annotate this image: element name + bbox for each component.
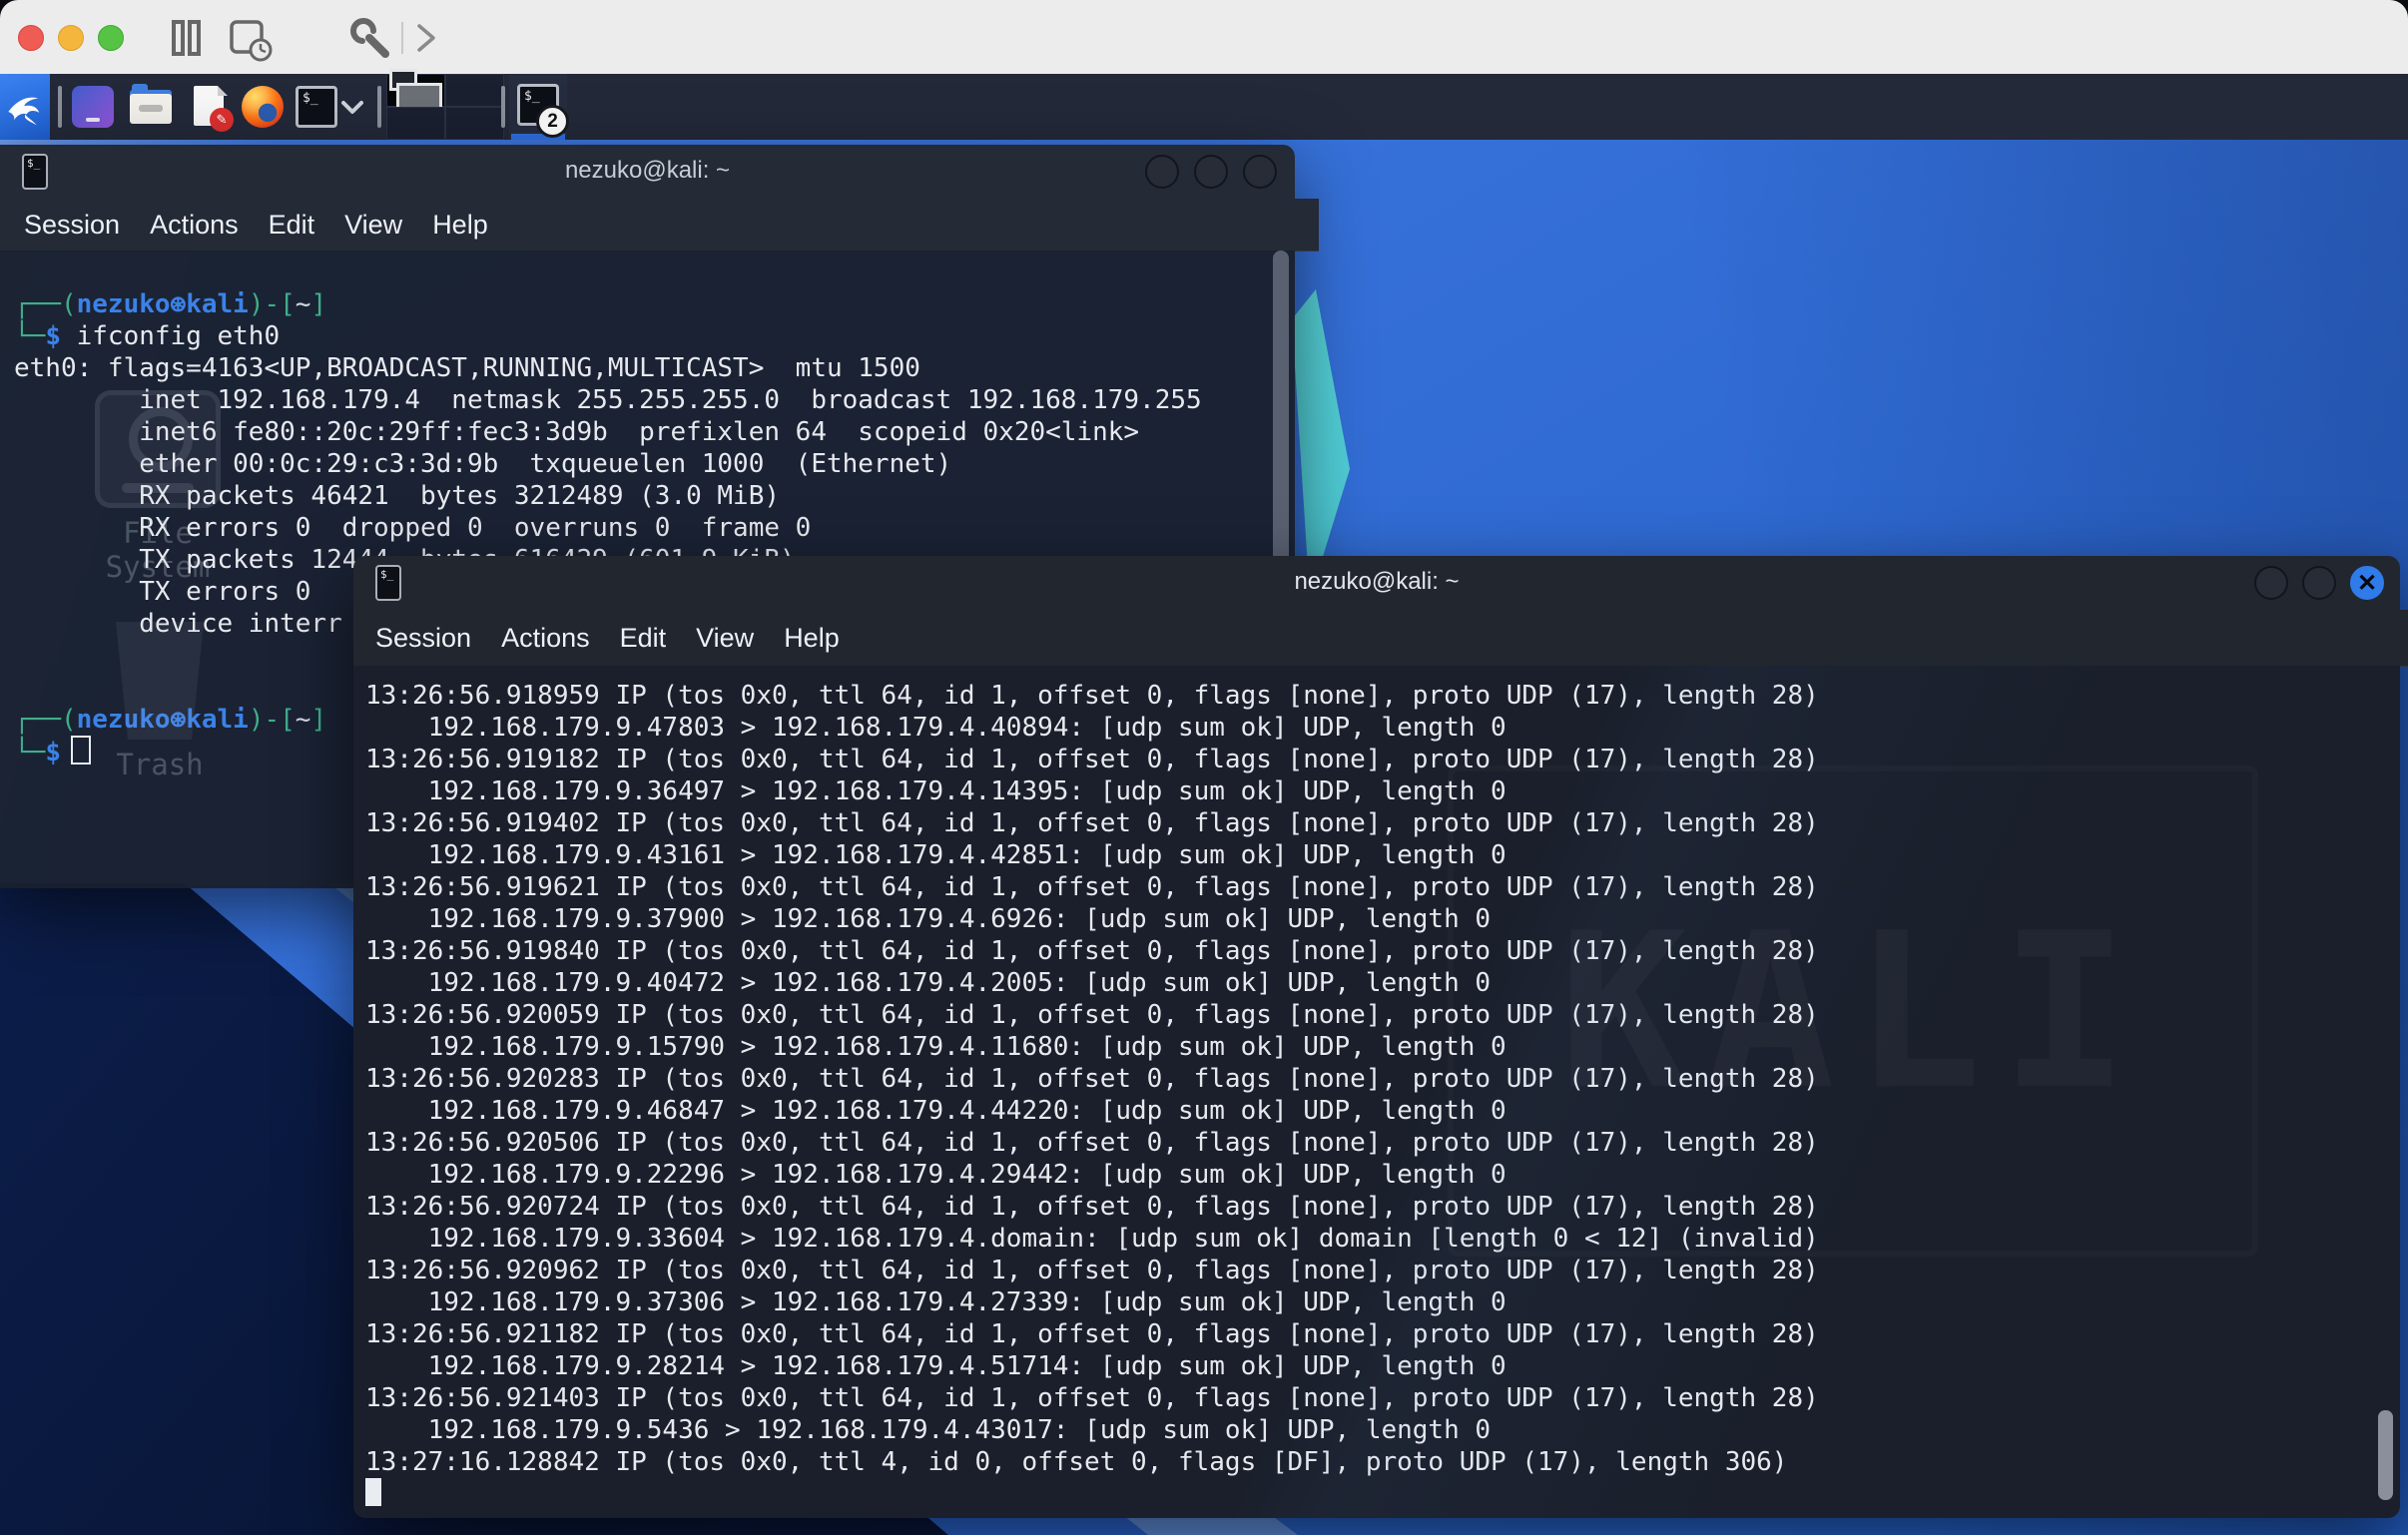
kali-panel: ✎ $_ $_ 2	[0, 74, 2408, 142]
cursor-line	[365, 1478, 2400, 1510]
minimize-button[interactable]	[1145, 155, 1179, 189]
terminal-output-line: 13:26:56.918959 IP (tos 0x0, ttl 64, id …	[365, 680, 2400, 712]
menu-item[interactable]: Session	[375, 623, 471, 654]
desktop-icon-trash[interactable]: Trash	[100, 622, 220, 781]
terminal-output-line: 13:26:56.921182 IP (tos 0x0, ttl 64, id …	[365, 1318, 2400, 1350]
terminal-output-line: 192.168.179.9.5436 > 192.168.179.4.43017…	[365, 1414, 2400, 1446]
desktop-icon-file-system[interactable]: File System	[88, 390, 228, 584]
vm-titlebar	[0, 0, 2408, 75]
window-titlebar[interactable]: $_ nezuko@kali: ~ ✕	[353, 556, 2400, 610]
terminal-output-line: 192.168.179.9.37306 > 192.168.179.4.2733…	[365, 1286, 2400, 1318]
zoom-window-button[interactable]	[98, 25, 124, 51]
expand-toolbar-icon[interactable]	[411, 18, 441, 58]
pause-vm-icon[interactable]	[166, 18, 206, 58]
workspace-cell[interactable]	[386, 107, 445, 140]
menu-item[interactable]: Edit	[269, 210, 315, 241]
menu-item[interactable]: Edit	[620, 623, 667, 654]
workspace-cell[interactable]	[445, 107, 504, 140]
window-title: nezuko@kali: ~	[353, 568, 2400, 596]
text-cursor	[365, 1478, 381, 1506]
minimize-window-button[interactable]	[58, 25, 84, 51]
desktop-icon-label: File System	[88, 516, 228, 584]
terminal-content[interactable]: KALI 13:26:56.918959 IP (tos 0x0, ttl 64…	[353, 666, 2400, 1518]
vm-window: ✎ $_ $_ 2	[0, 0, 2408, 1535]
chevron-down-icon[interactable]	[339, 98, 365, 118]
menu-item[interactable]: Help	[784, 623, 840, 654]
snapshots-icon[interactable]	[228, 18, 276, 62]
text-editor-icon[interactable]: ✎	[192, 86, 226, 128]
close-button[interactable]	[1243, 155, 1277, 189]
terminal-output-line: 13:27:16.128842 IP (tos 0x0, ttl 4, id 0…	[365, 1446, 2400, 1478]
window-count-badge: 2	[536, 105, 569, 138]
menu-item[interactable]: Actions	[501, 623, 590, 654]
app-launcher-icon[interactable]	[72, 86, 114, 128]
window-title: nezuko@kali: ~	[0, 157, 1295, 185]
menu-bar: Session Actions Edit View Help	[353, 610, 2408, 667]
hard-drive-icon	[95, 390, 221, 508]
menu-item[interactable]: Actions	[150, 210, 239, 241]
command-text: ifconfig eth0	[77, 321, 281, 351]
taskbar-terminal-button[interactable]: $_ 2	[509, 74, 567, 140]
terminal-launcher-icon[interactable]: $_	[296, 86, 337, 128]
maximize-button[interactable]	[1194, 155, 1228, 189]
toolbar-divider	[401, 22, 403, 54]
settings-wrench-icon[interactable]	[349, 18, 393, 62]
panel-separator	[501, 86, 505, 128]
kali-watermark: KALI	[1448, 766, 2258, 1257]
workspace-cell[interactable]	[445, 74, 504, 107]
workspace-cell-active[interactable]	[386, 74, 445, 107]
trash-icon	[110, 622, 210, 740]
workspace-pager[interactable]	[386, 74, 504, 140]
window-titlebar[interactable]: $_ nezuko@kali: ~	[0, 145, 1295, 199]
prompt-line-2: └─$ ifconfig eth0	[14, 320, 1295, 352]
menu-item[interactable]: View	[696, 623, 754, 654]
panel-separator	[58, 86, 62, 128]
menu-item[interactable]: View	[344, 210, 402, 241]
kali-menu-button[interactable]	[0, 74, 50, 140]
minimize-button[interactable]	[2254, 566, 2288, 600]
maximize-button[interactable]	[2302, 566, 2336, 600]
text-cursor	[71, 736, 91, 765]
prompt-line-1: ┌──(nezuko⊛kali)-[~]	[14, 288, 1295, 320]
terminal-output-line: 192.168.179.9.47803 > 192.168.179.4.4089…	[365, 712, 2400, 744]
close-button[interactable]: ✕	[2350, 566, 2384, 600]
terminal-window-front: $_ nezuko@kali: ~ ✕ Session Actions Edit Vi…	[353, 556, 2400, 1518]
terminal-output-line: eth0: flags=4163<UP,BROADCAST,RUNNING,MU…	[14, 352, 1295, 384]
pencil-badge-icon: ✎	[210, 108, 234, 132]
menu-item[interactable]: Help	[432, 210, 488, 241]
menu-item[interactable]: Session	[24, 210, 120, 241]
terminal-output-line: 13:26:56.920962 IP (tos 0x0, ttl 64, id …	[365, 1255, 2400, 1286]
close-window-button[interactable]	[18, 25, 44, 51]
terminal-output-line: 192.168.179.9.28214 > 192.168.179.4.5171…	[365, 1350, 2400, 1382]
desktop-icon-label: Trash	[100, 748, 220, 781]
file-manager-icon[interactable]	[130, 88, 172, 128]
terminal-output-line: 13:26:56.921403 IP (tos 0x0, ttl 64, id …	[365, 1382, 2400, 1414]
kali-logo-icon	[5, 87, 45, 127]
firefox-icon[interactable]	[242, 86, 284, 128]
scrollbar-thumb[interactable]	[2378, 1410, 2393, 1500]
panel-separator	[377, 86, 381, 128]
menu-bar: Session Actions Edit View Help	[0, 199, 1319, 252]
